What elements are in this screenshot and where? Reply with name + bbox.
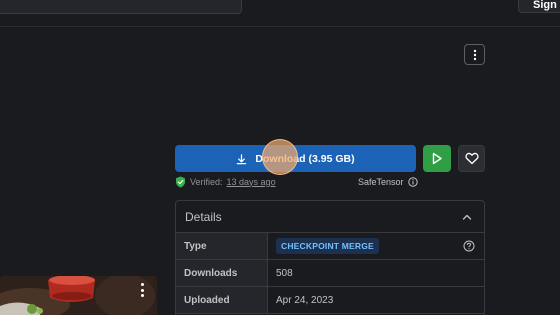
thumbnail-menu-button[interactable] <box>137 281 147 299</box>
details-row-downloads: Downloads 508 <box>176 260 484 287</box>
download-button[interactable]: Download (3.95 GB) <box>175 145 416 172</box>
format-label: SafeTensor <box>358 176 404 187</box>
image-thumbnail[interactable] <box>0 276 157 315</box>
top-header: Sign In <box>0 0 560 27</box>
help-icon[interactable] <box>463 240 475 252</box>
info-icon[interactable] <box>407 176 418 187</box>
row-value: Apr 24, 2023 <box>276 294 334 306</box>
kebab-dot <box>140 288 144 292</box>
file-format: SafeTensor <box>358 175 418 188</box>
download-label: Download (3.95 GB) <box>255 152 355 165</box>
kebab-menu-icon <box>473 49 476 60</box>
play-icon <box>432 152 442 165</box>
verification-status: Verified: 13 days ago <box>175 175 276 188</box>
search-input[interactable] <box>0 0 242 14</box>
details-title: Details <box>185 209 222 224</box>
row-label: Downloads <box>176 260 268 286</box>
more-options-button[interactable] <box>464 44 485 65</box>
row-label: Uploaded <box>176 287 268 313</box>
shield-check-icon <box>176 176 185 187</box>
verified-date-link[interactable]: 13 days ago <box>227 177 276 187</box>
model-page: Sign In Download (3.95 GB) Verifi <box>0 0 560 315</box>
run-button[interactable] <box>423 145 451 172</box>
details-row-type: Type CHECKPOINT MERGE <box>176 233 484 260</box>
thumbnail-image <box>0 276 157 315</box>
details-row-uploaded: Uploaded Apr 24, 2023 <box>176 287 484 314</box>
verified-prefix: Verified: <box>190 176 223 187</box>
row-value: 508 <box>276 267 293 279</box>
chevron-up-icon[interactable] <box>462 214 472 220</box>
download-icon <box>237 153 247 164</box>
favorite-button[interactable] <box>458 145 485 172</box>
details-header[interactable]: Details <box>176 201 484 233</box>
kebab-dot <box>140 294 144 297</box>
kebab-dot <box>140 283 144 286</box>
sign-in-button[interactable]: Sign In <box>518 0 560 13</box>
type-badge: CHECKPOINT MERGE <box>276 238 379 254</box>
row-value-container: CHECKPOINT MERGE <box>268 238 484 254</box>
row-label: Type <box>176 233 268 259</box>
heart-icon <box>464 152 479 165</box>
details-panel: Details Type CHECKPOINT MERGE Downloads … <box>175 200 485 315</box>
